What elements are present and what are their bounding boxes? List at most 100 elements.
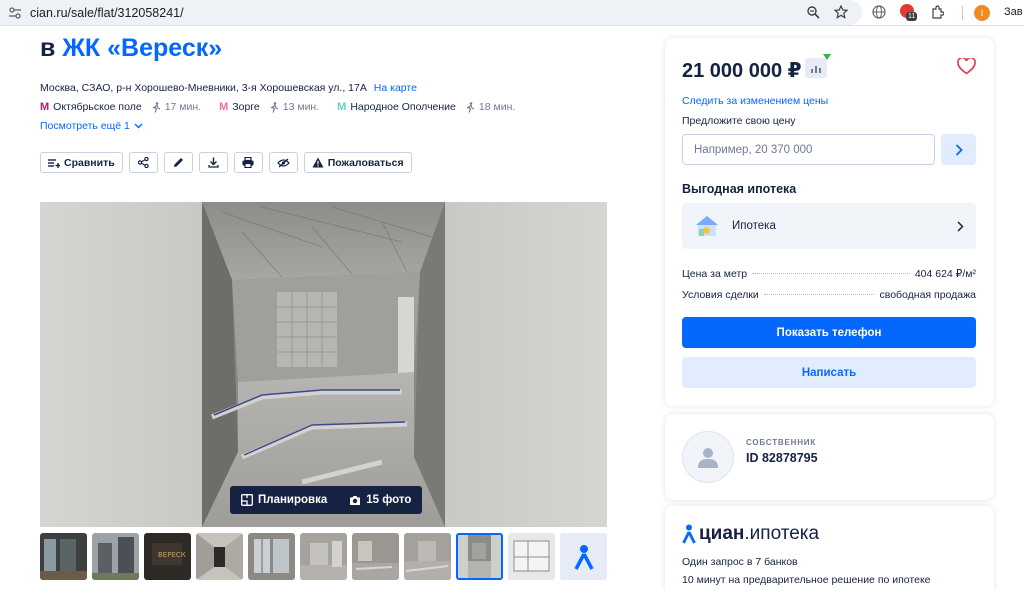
gallery-blur-right <box>445 202 607 527</box>
logo-text-rest: .ипотека <box>744 523 820 544</box>
address: Москва, СЗАО, р-н Хорошево-Мневники, 3-я… <box>40 82 417 94</box>
address-bar[interactable]: cian.ru/sale/flat/312058241/ <box>0 0 862 25</box>
download-button[interactable] <box>198 152 228 173</box>
toolbar-divider <box>962 6 963 20</box>
photo-thumbnail[interactable] <box>508 533 555 580</box>
metro-list: М Октябрьское поле 17 мин. М Зорге 13 ми… <box>40 101 533 113</box>
write-message-button[interactable]: Написать <box>682 357 976 388</box>
deal-terms-value: свободная продажа <box>879 289 976 301</box>
gallery-controls: Планировка 15 фото <box>230 486 423 514</box>
title-prefix: в <box>40 34 56 62</box>
extensions-puzzle-icon[interactable] <box>930 5 944 19</box>
price-per-meter-value: 404 624 ₽/м² <box>914 268 976 280</box>
complain-button[interactable]: Пожаловаться <box>303 152 412 173</box>
adblock-extension-icon[interactable]: 11 <box>900 4 918 21</box>
photo-thumbnail[interactable]: ВЕРЕСК <box>144 533 191 580</box>
main-photo <box>202 202 445 527</box>
photos-count-label: 15 фото <box>366 494 412 506</box>
walking-icon <box>466 101 475 113</box>
map-link[interactable]: На карте <box>374 82 417 94</box>
photo-thumbnail[interactable] <box>92 533 139 580</box>
svg-text:ВЕРЕСК: ВЕРЕСК <box>158 551 186 559</box>
photo-thumbnail[interactable] <box>40 533 87 580</box>
metro-icon: М <box>219 101 229 113</box>
floor-plan-icon <box>241 494 253 506</box>
show-phone-button[interactable]: Показать телефон <box>682 317 976 348</box>
walk-time: 18 мин. <box>466 101 515 113</box>
browser-toolbar: cian.ru/sale/flat/312058241/ 11 I Зав <box>0 0 1024 26</box>
offer-price-input[interactable]: Например, 20 370 000 <box>682 134 935 165</box>
photo-thumbnail[interactable] <box>352 533 399 580</box>
offer-label: Предложите свою цену <box>682 115 796 127</box>
chevron-right-icon <box>955 143 963 156</box>
photo-thumbnail-selected[interactable] <box>456 533 503 580</box>
metro-item[interactable]: М Народное Ополчение 18 мин. <box>337 101 515 113</box>
print-button[interactable] <box>233 152 263 173</box>
mortgage-heading: Выгодная ипотека <box>682 182 797 196</box>
extension-badge-count: 11 <box>906 12 918 21</box>
photo-thumbnail[interactable] <box>248 533 295 580</box>
promo-line-2: 10 минут на предварительное решение по и… <box>682 574 931 586</box>
hide-listing-button[interactable] <box>268 152 298 173</box>
metro-item[interactable]: М Октябрьское поле 17 мин. <box>40 101 201 113</box>
mortgage-label: Ипотека <box>732 220 776 232</box>
share-button[interactable] <box>128 152 158 173</box>
address-text: Москва, СЗАО, р-н Хорошево-Мневники, 3-я… <box>40 82 367 94</box>
walking-icon <box>152 101 160 113</box>
favorite-heart-icon[interactable] <box>957 58 976 75</box>
share-icon <box>137 157 149 168</box>
url-text[interactable]: cian.ru/sale/flat/312058241/ <box>30 6 184 20</box>
price-per-meter-key: Цена за метр <box>682 268 748 280</box>
metro-icon: М <box>337 101 347 113</box>
gallery-blur-left <box>40 202 202 527</box>
mortgage-link[interactable]: Ипотека <box>682 203 976 249</box>
compare-button[interactable]: Сравнить <box>40 152 123 173</box>
metro-name: Народное Ополчение <box>350 101 456 113</box>
owner-avatar[interactable] <box>682 431 734 483</box>
listing-toolbar: Сравнить Пожаловаться <box>40 152 412 173</box>
chevron-right-icon <box>957 220 964 232</box>
offer-placeholder: Например, 20 370 000 <box>694 143 813 156</box>
floor-plan-label: Планировка <box>258 494 328 506</box>
walking-icon <box>270 101 278 113</box>
complex-link[interactable]: ЖК «Вереск» <box>62 34 222 62</box>
bookmark-star-icon[interactable] <box>834 5 848 19</box>
photo-thumbnail[interactable] <box>196 533 243 580</box>
follow-price-link[interactable]: Следить за изменением цены <box>682 95 828 107</box>
deal-terms-key: Условия сделки <box>682 289 759 301</box>
photo-gallery[interactable]: Планировка 15 фото <box>40 202 607 527</box>
more-thumbnails-tile[interactable] <box>560 533 607 580</box>
owner-card: СОБСТВЕННИК ID 82878795 <box>665 414 994 500</box>
cian-logo-icon <box>573 544 594 570</box>
profile-avatar[interactable]: I <box>974 5 990 21</box>
pencil-icon <box>173 158 183 167</box>
photo-thumbnail[interactable] <box>404 533 451 580</box>
cian-mortgage-promo[interactable]: циан .ипотека Один запрос в 7 банков 10 м… <box>665 506 994 590</box>
walk-time-text: 17 мин. <box>164 101 202 113</box>
zoom-icon[interactable] <box>806 5 820 19</box>
edit-note-button[interactable] <box>163 152 193 173</box>
thumbnail-strip: ВЕРЕСК <box>40 533 607 580</box>
profile-label[interactable]: Зав <box>1004 6 1023 18</box>
globe-extension-icon[interactable] <box>872 5 886 19</box>
cian-logo-icon <box>682 524 696 544</box>
compare-label: Сравнить <box>64 156 115 169</box>
price-down-arrow-icon <box>823 54 831 60</box>
offer-submit-button[interactable] <box>941 134 976 165</box>
photos-count-button[interactable]: 15 фото <box>338 494 422 506</box>
deal-terms-row: Условия сделки свободная продажа <box>682 289 976 301</box>
floor-plan-button[interactable]: Планировка <box>230 494 338 506</box>
page-title: в ЖК «Вереск» <box>40 34 222 63</box>
site-settings-icon[interactable] <box>8 6 22 20</box>
walk-time-text: 13 мин. <box>282 101 320 113</box>
printer-icon <box>242 157 254 168</box>
photo-thumbnail[interactable] <box>300 533 347 580</box>
show-more-metro-link[interactable]: Посмотреть ещё 1 <box>40 120 143 132</box>
owner-id[interactable]: ID 82878795 <box>746 451 818 465</box>
metro-name: Зорге <box>232 101 260 113</box>
show-more-text: Посмотреть ещё 1 <box>40 120 130 132</box>
complain-label: Пожаловаться <box>327 156 404 169</box>
metro-item[interactable]: М Зорге 13 мин. <box>219 101 319 113</box>
download-icon <box>208 157 219 168</box>
price-history-icon[interactable] <box>805 58 827 78</box>
